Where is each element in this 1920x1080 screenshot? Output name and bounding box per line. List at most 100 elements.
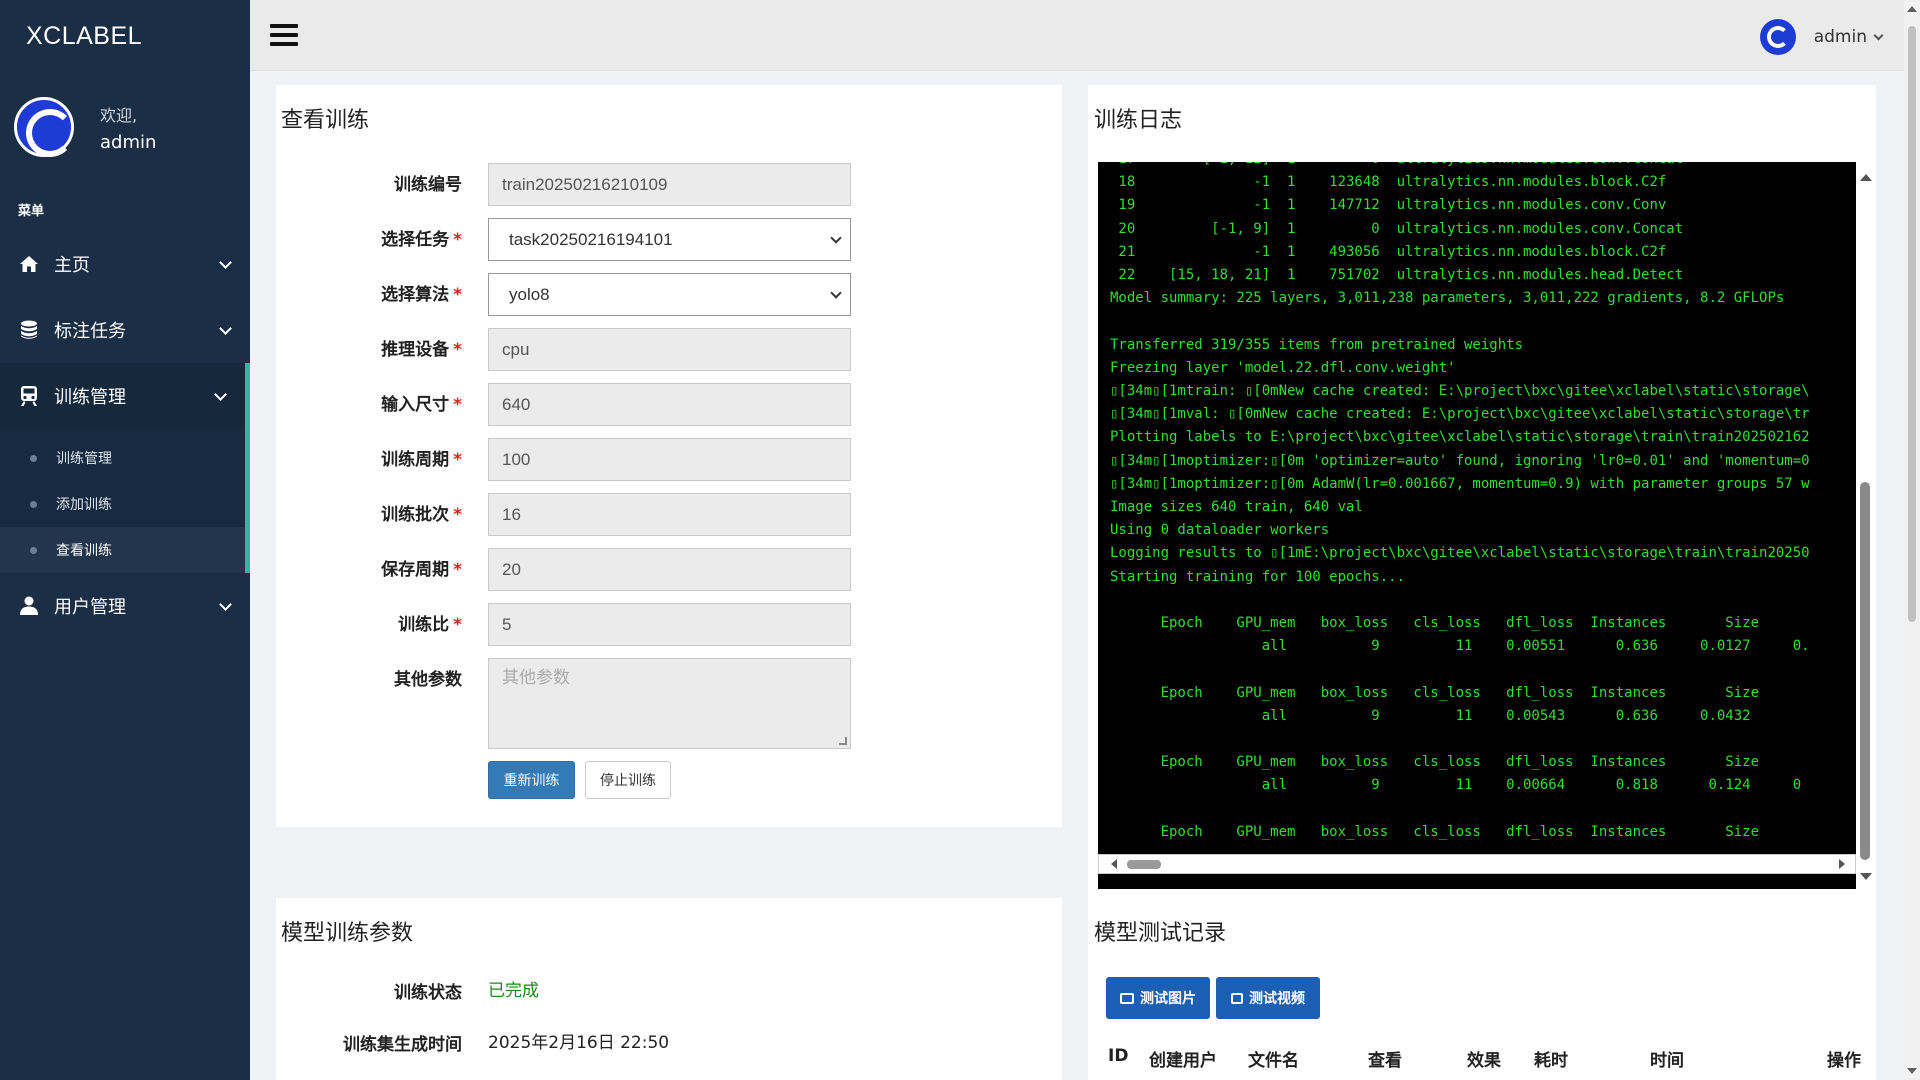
field-algorithm: 选择算法 * yolo8 — [276, 273, 1062, 317]
sidebar-item-home[interactable]: 主页 — [0, 231, 250, 297]
scrollbar-thumb[interactable] — [1860, 482, 1870, 860]
train-icon — [18, 385, 40, 407]
subitem-training-manage[interactable]: 训练管理 — [0, 435, 245, 481]
subitem-view-training[interactable]: 查看训练 — [0, 527, 245, 573]
chevron-down-icon — [219, 255, 232, 269]
sidebar-item-label: 用户管理 — [54, 597, 126, 618]
image-icon — [1120, 992, 1134, 1004]
epochs-input[interactable]: 100 — [488, 438, 851, 481]
scroll-left-icon[interactable] — [1111, 859, 1117, 869]
field-save-period: 保存周期 * 20 — [276, 548, 1062, 592]
sidebar-username: admin — [100, 131, 157, 153]
scroll-up-icon[interactable] — [1907, 6, 1917, 12]
save-period-input[interactable]: 20 — [488, 548, 851, 591]
database-icon — [18, 319, 40, 341]
log-line: Epoch GPU_mem box_loss cls_loss dfl_loss… — [1110, 615, 1760, 632]
log-line: 20 [-1, 9] 1 0 ultralytics.nn.modules.co… — [1110, 220, 1684, 237]
chevron-down-icon — [830, 287, 842, 299]
field-epochs: 训练周期 * 100 — [276, 438, 1062, 482]
time-label: 训练集生成时间 — [343, 1035, 462, 1055]
sidebar-item-label-tasks[interactable]: 标注任务 — [0, 297, 250, 363]
field-device: 推理设备 * cpu — [276, 328, 1062, 372]
log-line: Epoch GPU_mem box_loss cls_loss dfl_loss… — [1110, 823, 1760, 840]
field-task: 选择任务 * task20250216194101 — [276, 218, 1062, 262]
train-ratio-input[interactable]: 5 — [488, 603, 851, 646]
scroll-right-icon[interactable] — [1839, 859, 1845, 869]
batch-input[interactable]: 16 — [488, 493, 851, 536]
test-title: 模型测试记录 — [1094, 920, 1227, 945]
log-line: all 9 11 0.00551 0.636 0.0127 0. — [1110, 638, 1810, 655]
log-line: Logging results to ▯[1mE:\project\bxc\gi… — [1110, 545, 1810, 562]
restart-training-button[interactable]: 重新训练 — [488, 761, 575, 799]
task-select[interactable]: task20250216194101 — [488, 218, 851, 261]
stop-training-button[interactable]: 停止训练 — [585, 761, 671, 799]
sidebar-item-label: 主页 — [54, 255, 90, 276]
view-training-panel: 查看训练 训练编号 train20250216210109 选择任务 * task… — [276, 85, 1062, 827]
log-line: 17 [-1, 12] 1 0 ultralytics.nn.modules.c… — [1110, 162, 1845, 171]
log-line: all 9 11 0.00543 0.636 0.0432 — [1110, 707, 1793, 724]
device-input[interactable]: cpu — [488, 328, 851, 371]
column-header: 查看 — [1368, 1051, 1402, 1071]
train-id-input[interactable]: train20250216210109 — [488, 163, 851, 206]
log-line: Epoch GPU_mem box_loss cls_loss dfl_loss… — [1110, 684, 1760, 701]
column-header: 效果 — [1467, 1051, 1501, 1071]
welcome-text: 欢迎, — [100, 105, 138, 125]
vertical-scrollbar[interactable] — [1856, 162, 1874, 882]
log-line: Using 0 dataloader workers — [1110, 522, 1330, 539]
column-header: 耗时 — [1534, 1051, 1568, 1071]
status-badge: 已完成 — [488, 981, 539, 1001]
subitem-add-training[interactable]: 添加训练 — [0, 481, 245, 527]
chevron-down-icon — [219, 597, 232, 611]
menu-toggle-icon[interactable] — [270, 24, 298, 46]
algorithm-select[interactable]: yolo8 — [488, 273, 851, 316]
log-line: Transferred 319/355 items from pretraine… — [1110, 336, 1524, 353]
field-other-params: 其他参数 其他参数 — [276, 658, 1062, 750]
scrollbar-thumb[interactable] — [1127, 860, 1161, 869]
avatar — [14, 97, 74, 157]
test-image-button[interactable]: 测试图片 — [1106, 977, 1210, 1019]
sidebar-item-label: 标注任务 — [54, 321, 126, 342]
field-label: 保存周期 * — [381, 560, 462, 580]
other-params-textarea[interactable]: 其他参数 — [488, 658, 851, 749]
menu-header: 菜单 — [18, 204, 45, 219]
field-label: 训练周期 * — [381, 450, 462, 470]
topbar-username: admin — [1813, 27, 1867, 47]
chevron-down-icon — [830, 232, 842, 244]
log-line: ▯[34m▯[1moptimizer:▯[0m 'optimizer=auto'… — [1110, 452, 1810, 469]
field-train-id: 训练编号 train20250216210109 — [276, 163, 1062, 207]
resize-handle-icon[interactable] — [839, 737, 847, 745]
scrollbar-thumb[interactable] — [1908, 26, 1916, 622]
field-batch: 训练批次 * 16 — [276, 493, 1062, 537]
scroll-down-icon[interactable] — [1907, 1068, 1917, 1074]
user-dropdown[interactable]: admin — [1759, 19, 1884, 55]
log-line: Model summary: 225 layers, 3,011,238 par… — [1110, 290, 1785, 307]
chevron-down-icon — [214, 387, 227, 401]
page-title: 查看训练 — [281, 107, 370, 132]
log-line: 21 -1 1 493056 ultralytics.nn.modules.bl… — [1110, 243, 1667, 260]
horizontal-scrollbar[interactable] — [1098, 854, 1856, 874]
field-label: 推理设备 * — [381, 340, 462, 360]
test-video-button[interactable]: 测试视频 — [1216, 977, 1320, 1019]
log-line: 22 [15, 18, 21] 1 751702 ultralytics.nn.… — [1110, 267, 1684, 284]
avatar — [1759, 19, 1796, 55]
page-scrollbar[interactable] — [1904, 0, 1920, 1080]
scroll-down-icon[interactable] — [1860, 873, 1872, 880]
column-header: 文件名 — [1248, 1051, 1299, 1071]
user-icon — [18, 595, 40, 617]
input-size-input[interactable]: 640 — [488, 383, 851, 426]
log-line: ▯[34m▯[1mval: ▯[0mNew cache created: E:\… — [1110, 406, 1810, 423]
params-title: 模型训练参数 — [281, 920, 414, 945]
field-label: 训练批次 * — [381, 505, 462, 525]
training-log-console[interactable]: 17 [-1, 12] 1 0 ultralytics.nn.modules.c… — [1098, 162, 1856, 889]
log-line: 19 -1 1 147712 ultralytics.nn.modules.co… — [1110, 197, 1667, 214]
log-line: all 9 11 0.00664 0.818 0.124 0 — [1110, 777, 1802, 794]
sidebar-item-users[interactable]: 用户管理 — [0, 573, 250, 639]
scroll-up-icon[interactable] — [1860, 174, 1872, 181]
brand-logo[interactable]: XCLABEL — [0, 0, 250, 72]
sidebar-item-training[interactable]: 训练管理 — [0, 363, 250, 429]
